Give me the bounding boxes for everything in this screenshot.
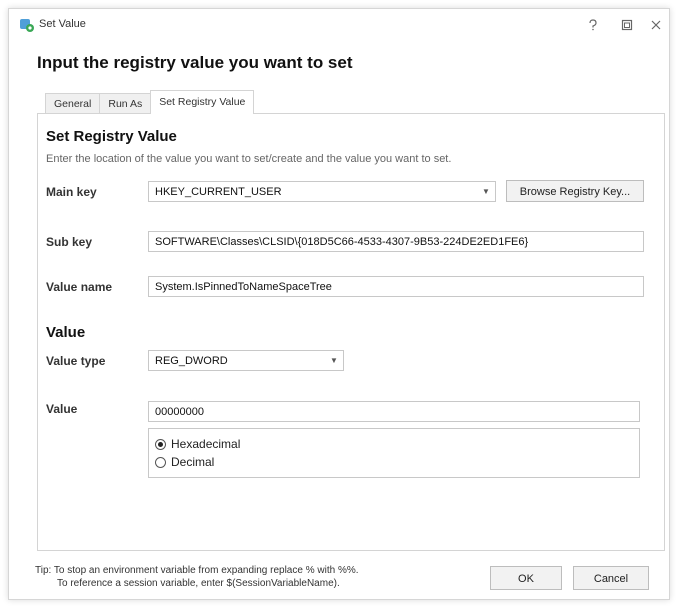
sub-key-label: Sub key — [46, 235, 93, 249]
title-bar: Set Value — [9, 9, 669, 41]
tip-line-1: Tip: To stop an environment variable fro… — [35, 565, 359, 576]
tab-run-as[interactable]: Run As — [99, 93, 152, 114]
sub-key-input[interactable]: SOFTWARE\Classes\CLSID\{018D5C66-4533-43… — [148, 231, 644, 252]
cancel-button[interactable]: Cancel — [573, 566, 649, 590]
radio-selected-icon[interactable] — [155, 438, 166, 450]
main-key-value: HKEY_CURRENT_USER — [155, 186, 282, 198]
value-type-dropdown[interactable]: REG_DWORD ▼ — [148, 350, 344, 371]
tip-line-2: To reference a session variable, enter $… — [57, 578, 340, 589]
browse-registry-key-button[interactable]: Browse Registry Key... — [506, 180, 644, 202]
window-title: Set Value — [39, 18, 86, 30]
tab-panel: Set Registry Value Enter the location of… — [37, 113, 665, 551]
radio-hexadecimal-label: Hexadecimal — [171, 437, 241, 451]
set-value-window: Set Value Input the registry value you w… — [8, 8, 670, 600]
value-input[interactable]: 00000000 — [148, 401, 640, 422]
value-name-label: Value name — [46, 280, 113, 294]
main-key-label: Main key — [46, 185, 97, 199]
tab-set-registry-value[interactable]: Set Registry Value — [150, 90, 255, 114]
number-format-group: Hexadecimal Decimal — [148, 428, 640, 478]
maximize-icon[interactable] — [617, 15, 637, 35]
value-label: Value — [46, 402, 78, 416]
help-icon[interactable] — [583, 15, 603, 35]
tab-strip: General Run As Set Registry Value — [45, 90, 255, 114]
main-key-dropdown[interactable]: HKEY_CURRENT_USER ▼ — [148, 181, 496, 202]
registry-gear-icon — [19, 17, 35, 33]
radio-unselected-icon[interactable] — [155, 456, 166, 468]
chevron-down-icon[interactable]: ▼ — [325, 351, 343, 370]
value-type-label: Value type — [46, 354, 106, 368]
section-description: Enter the location of the value you want… — [46, 153, 452, 165]
section-title-value: Value — [46, 324, 86, 341]
radio-decimal[interactable]: Decimal — [155, 455, 214, 469]
ok-button[interactable]: OK — [490, 566, 562, 590]
value-name-input[interactable]: System.IsPinnedToNameSpaceTree — [148, 276, 644, 297]
chevron-down-icon[interactable]: ▼ — [477, 182, 495, 201]
tab-general[interactable]: General — [45, 93, 101, 114]
dialog-heading: Input the registry value you want to set — [37, 53, 353, 72]
radio-decimal-label: Decimal — [171, 455, 215, 469]
value-type-value: REG_DWORD — [155, 355, 228, 367]
close-icon[interactable] — [646, 15, 666, 35]
section-title-registry: Set Registry Value — [46, 128, 177, 145]
radio-hexadecimal[interactable]: Hexadecimal — [155, 437, 240, 451]
